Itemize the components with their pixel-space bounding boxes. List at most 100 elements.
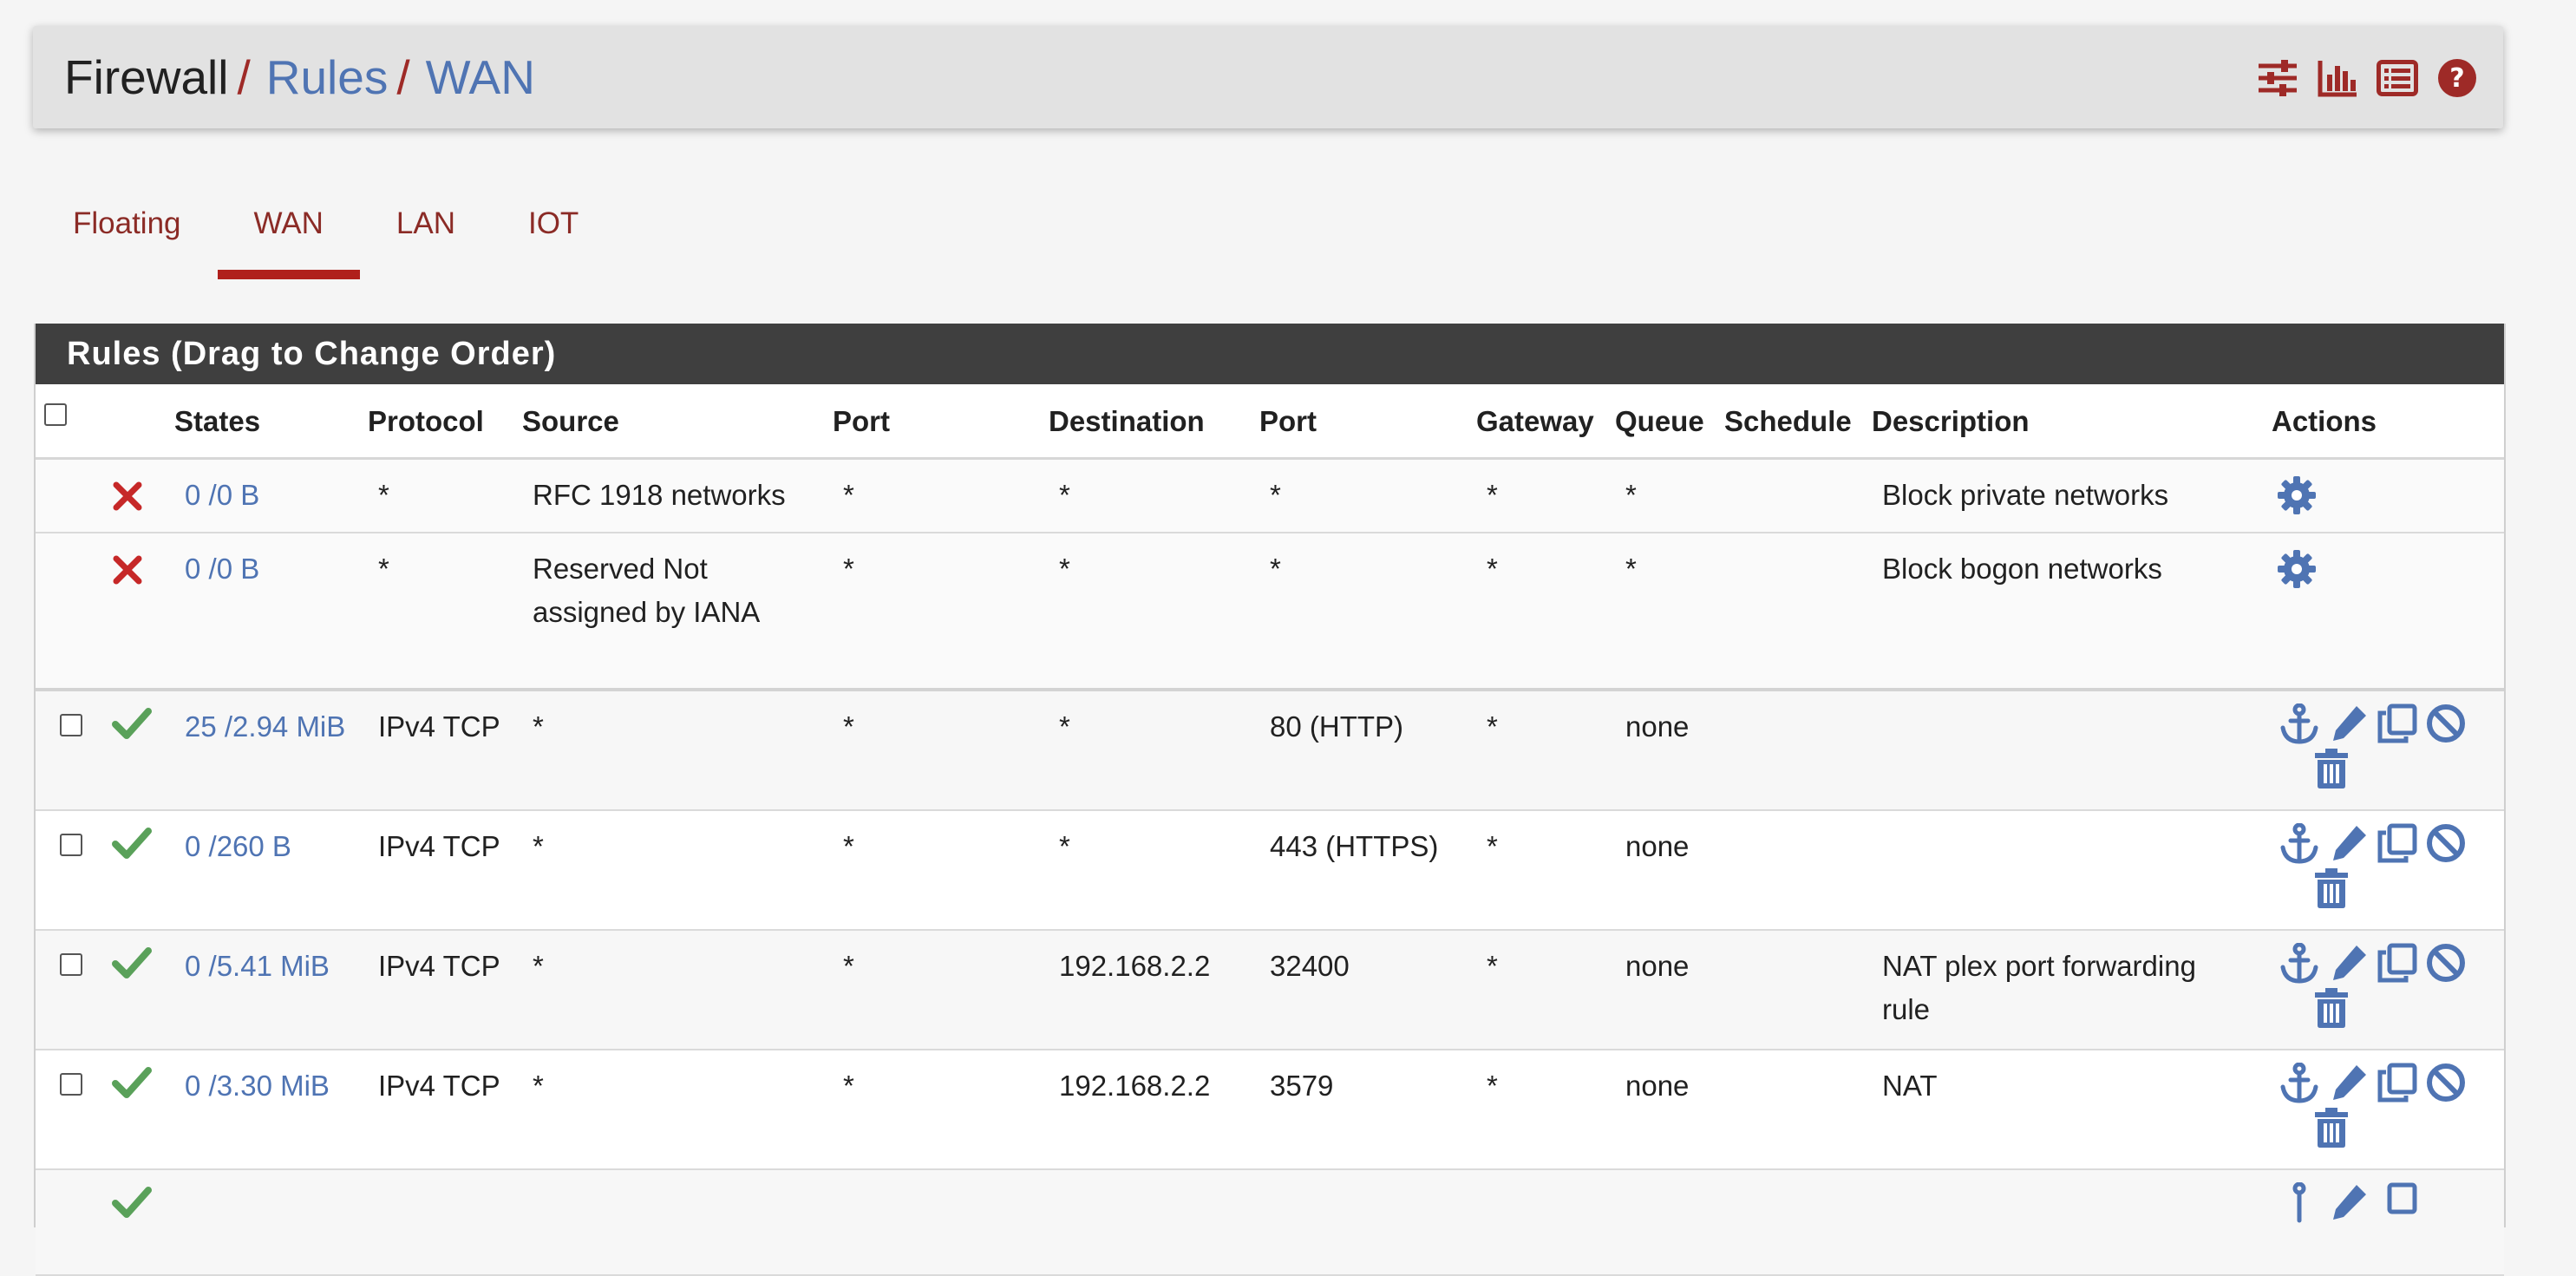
ban-icon[interactable]: [2426, 1063, 2466, 1103]
table-row[interactable]: 0 /260 B IPv4 TCP * * * 443 (HTTPS) * no…: [36, 811, 2504, 931]
protocol-cell: IPv4 TCP: [378, 710, 500, 743]
table-header: States Protocol Source Port Destination …: [36, 384, 2504, 460]
row-select-checkbox[interactable]: [60, 714, 82, 736]
port-cell: *: [843, 1070, 854, 1102]
panel-title: Rules (Drag to Change Order): [36, 324, 2504, 384]
table-row[interactable]: 0 /3.30 MiB IPv4 TCP * * 192.168.2.2 357…: [36, 1050, 2504, 1170]
pencil-icon[interactable]: [2331, 943, 2369, 983]
anchor-icon[interactable]: [2280, 1063, 2318, 1104]
tab-wan[interactable]: WAN: [217, 173, 361, 281]
source-cell: *: [533, 710, 544, 743]
dest-port-cell: 32400: [1270, 950, 1350, 982]
protocol-cell: *: [378, 553, 389, 585]
table-row[interactable]: 25 /2.94 MiB IPv4 TCP * * * 80 (HTTP) * …: [36, 691, 2504, 811]
states-link[interactable]: 0 /260 B: [185, 825, 291, 868]
gear-icon[interactable]: [2277, 549, 2317, 589]
source-cell: *: [533, 950, 544, 982]
trash-icon[interactable]: [2314, 1108, 2349, 1148]
dest-port-cell: *: [1270, 479, 1281, 511]
description-cell: NAT plex port forwarding rule: [1882, 950, 2196, 1025]
copy-icon[interactable]: [2377, 823, 2417, 863]
col-destination: Destination: [1049, 405, 1205, 437]
svg-text:?: ?: [2449, 63, 2464, 94]
anchor-icon[interactable]: [2280, 823, 2318, 865]
gear-icon[interactable]: [2277, 475, 2317, 515]
trash-icon[interactable]: [2314, 988, 2349, 1028]
source-cell: Reserved Not assigned by IANA: [533, 553, 761, 628]
col-protocol: Protocol: [368, 405, 484, 437]
breadcrumb-root: Firewall: [64, 50, 229, 104]
pencil-icon[interactable]: [2331, 823, 2369, 863]
protocol-cell: IPv4 TCP: [378, 950, 500, 982]
destination-cell: 192.168.2.2: [1059, 1070, 1211, 1102]
destination-cell: 192.168.2.2: [1059, 950, 1211, 982]
breadcrumb-rules-link[interactable]: Rules: [258, 50, 389, 104]
port-cell: *: [843, 950, 854, 982]
source-cell: *: [533, 1070, 544, 1102]
breadcrumb-separator: /: [237, 50, 251, 104]
destination-cell: *: [1059, 479, 1070, 511]
pass-check-icon: [112, 1187, 152, 1218]
block-x-icon: [113, 555, 142, 585]
trash-icon[interactable]: [2314, 868, 2349, 908]
select-all-checkbox[interactable]: [44, 403, 67, 426]
trash-icon[interactable]: [2314, 749, 2349, 789]
row-select-checkbox[interactable]: [60, 953, 82, 976]
table-row[interactable]: 0 /0 B * RFC 1918 networks * * * * * Blo…: [36, 460, 2504, 533]
col-queue: Queue: [1615, 405, 1704, 437]
col-gateway: Gateway: [1476, 405, 1594, 437]
port-cell: *: [843, 710, 854, 743]
pass-check-icon: [112, 1067, 152, 1098]
breadcrumb: Firewall / Rules / WAN: [64, 49, 535, 105]
col-source: Source: [522, 405, 619, 437]
copy-icon[interactable]: [2377, 943, 2417, 983]
ban-icon[interactable]: [2426, 823, 2466, 863]
pencil-icon[interactable]: [2331, 703, 2369, 743]
table-row[interactable]: 0 /5.41 MiB IPv4 TCP * * 192.168.2.2 324…: [36, 931, 2504, 1050]
table-row-partial[interactable]: [36, 1170, 2504, 1276]
description-cell: Block bogon networks: [1882, 553, 2162, 585]
tab-lan[interactable]: LAN: [360, 173, 492, 281]
destination-cell: *: [1059, 830, 1070, 862]
source-cell: RFC 1918 networks: [533, 479, 786, 511]
chart-icon[interactable]: [2318, 59, 2357, 97]
anchor-icon[interactable]: [2280, 703, 2318, 745]
col-schedule: Schedule: [1724, 405, 1852, 437]
states-link[interactable]: 25 /2.94 MiB: [185, 705, 350, 749]
dest-port-cell: 443 (HTTPS): [1270, 830, 1439, 862]
anchor-icon[interactable]: [2280, 943, 2318, 985]
tab-floating[interactable]: Floating: [36, 173, 218, 281]
dest-port-cell: 80 (HTTP): [1270, 710, 1404, 743]
row-select-checkbox[interactable]: [60, 1073, 82, 1096]
col-dest-port: Port: [1259, 405, 1317, 437]
source-cell: *: [533, 830, 544, 862]
col-actions: Actions: [2272, 405, 2377, 437]
gateway-cell: *: [1487, 950, 1498, 982]
pencil-icon[interactable]: [2331, 1063, 2369, 1103]
table-row[interactable]: 0 /0 B * Reserved Not assigned by IANA *…: [36, 533, 2504, 691]
states-link[interactable]: 0 /0 B: [185, 547, 259, 591]
anchor-icon[interactable]: [2280, 1182, 2318, 1224]
copy-icon[interactable]: [2377, 1063, 2417, 1103]
breadcrumb-bar: Firewall / Rules / WAN ?: [33, 26, 2503, 128]
protocol-cell: IPv4 TCP: [378, 830, 500, 862]
tab-iot[interactable]: IOT: [492, 173, 615, 281]
help-icon[interactable]: ?: [2437, 58, 2477, 98]
row-select-checkbox[interactable]: [60, 834, 82, 856]
copy-icon[interactable]: [2377, 703, 2417, 743]
states-link[interactable]: 0 /3.30 MiB: [185, 1064, 330, 1108]
ban-icon[interactable]: [2426, 943, 2466, 983]
gateway-cell: *: [1487, 830, 1498, 862]
pass-check-icon: [112, 947, 152, 978]
sliders-icon[interactable]: [2257, 59, 2298, 97]
queue-cell: *: [1625, 553, 1637, 585]
port-cell: *: [843, 553, 854, 585]
states-link[interactable]: 0 /0 B: [185, 474, 259, 517]
col-states: States: [174, 405, 261, 437]
port-cell: *: [843, 479, 854, 511]
list-icon[interactable]: [2377, 60, 2418, 96]
ban-icon[interactable]: [2426, 703, 2466, 743]
col-port: Port: [833, 405, 890, 437]
breadcrumb-wan-link[interactable]: WAN: [417, 50, 535, 104]
states-link[interactable]: 0 /5.41 MiB: [185, 945, 330, 988]
